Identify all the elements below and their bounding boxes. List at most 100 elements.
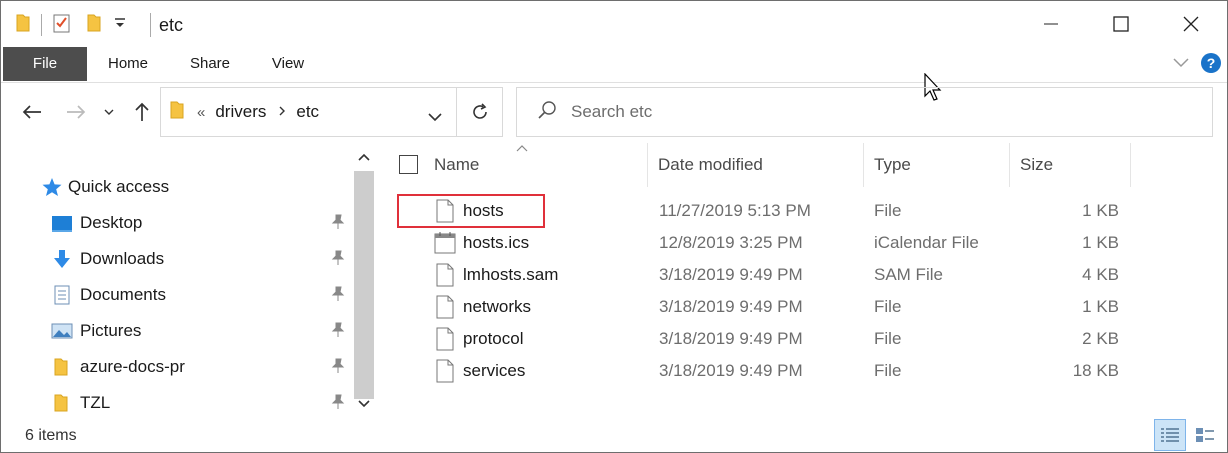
pin-icon[interactable] (331, 394, 345, 410)
file-type: SAM File (874, 265, 943, 284)
nav-item-documents[interactable]: Documents (1, 278, 351, 312)
tab-file[interactable]: File (3, 47, 87, 81)
blank-file-icon (436, 327, 454, 351)
file-date: 3/18/2019 9:49 PM (659, 329, 803, 348)
scroll-up-icon[interactable] (358, 153, 370, 161)
column-header-date-modified[interactable]: Date modified (658, 143, 763, 187)
folder-icon (54, 394, 68, 412)
new-folder-icon[interactable] (86, 13, 102, 38)
pin-icon[interactable] (331, 322, 345, 338)
folder-icon (169, 100, 185, 125)
scroll-down-icon[interactable] (358, 400, 370, 408)
minimize-icon (1044, 23, 1058, 25)
file-date: 3/18/2019 9:49 PM (659, 265, 803, 284)
back-button[interactable] (19, 97, 45, 127)
column-header-type[interactable]: Type (874, 143, 911, 187)
file-name: hosts (463, 201, 504, 220)
pin-icon[interactable] (331, 250, 345, 266)
file-date: 12/8/2019 3:25 PM (659, 233, 803, 252)
toolbar-separator (41, 14, 42, 36)
file-row-lmhosts-sam[interactable]: lmhosts.sam 3/18/2019 9:49 PM SAM File 4… (381, 259, 1227, 291)
file-name: hosts.ics (463, 233, 530, 252)
window-title: etc (159, 15, 184, 35)
pin-icon[interactable] (331, 286, 345, 302)
chevron-down-icon (1173, 58, 1189, 68)
nav-label-pictures: Pictures (80, 321, 142, 340)
file-explorer-window: etc File Home Share View ? « drivers etc… (0, 0, 1228, 453)
search-box[interactable]: Search etc (516, 87, 1213, 137)
column-header-name[interactable]: Name (434, 143, 479, 187)
breadcrumb-chevron-icon[interactable] (278, 102, 286, 122)
column-divider[interactable] (1130, 143, 1131, 187)
recent-locations-button[interactable] (99, 97, 119, 127)
nav-item-azure-docs-pr[interactable]: azure-docs-pr (1, 350, 351, 384)
file-row-protocol[interactable]: protocol 3/18/2019 9:49 PM File 2 KB (381, 323, 1227, 355)
nav-item-tzl[interactable]: TZL (1, 386, 351, 420)
minimize-button[interactable] (1017, 1, 1085, 47)
up-arrow-icon (135, 102, 149, 121)
pictures-icon (51, 323, 73, 339)
properties-icon[interactable] (52, 12, 72, 39)
expand-ribbon-button[interactable] (1173, 53, 1189, 73)
tab-home[interactable]: Home (93, 47, 163, 81)
column-divider[interactable] (1009, 143, 1010, 187)
customize-toolbar-dropdown-icon[interactable] (114, 15, 126, 35)
blank-file-icon (436, 263, 454, 287)
file-name: services (463, 361, 526, 380)
star-icon (42, 178, 62, 196)
folder-icon (15, 13, 31, 38)
up-button[interactable] (129, 97, 155, 127)
status-bar: 6 items (1, 419, 1227, 453)
large-icons-view-button[interactable] (1189, 419, 1221, 451)
navigation-pane: Quick access Desktop Downloads Documents… (1, 143, 379, 418)
forward-button[interactable] (63, 97, 89, 127)
pin-icon[interactable] (331, 214, 345, 230)
file-row-hosts[interactable]: hosts 11/27/2019 5:13 PM File 1 KB (381, 195, 1227, 227)
maximize-button[interactable] (1087, 1, 1155, 47)
details-view-button[interactable] (1154, 419, 1186, 451)
file-row-services[interactable]: services 3/18/2019 9:49 PM File 18 KB (381, 355, 1227, 387)
maximize-icon (1113, 16, 1129, 32)
nav-label-azure-docs-pr: azure-docs-pr (80, 357, 185, 376)
search-input[interactable]: Search etc (571, 102, 652, 122)
close-button[interactable] (1157, 1, 1225, 47)
breadcrumb-overflow[interactable]: « (197, 104, 205, 121)
desktop-icon (52, 216, 72, 232)
nav-label-downloads: Downloads (80, 249, 165, 268)
column-divider[interactable] (647, 143, 648, 187)
close-icon (1183, 16, 1199, 32)
address-dropdown-button[interactable] (428, 107, 442, 127)
nav-item-desktop[interactable]: Desktop (1, 206, 351, 240)
tab-share[interactable]: Share (177, 47, 243, 81)
back-arrow-icon (22, 105, 41, 119)
nav-item-quick-access[interactable]: Quick access (1, 170, 351, 204)
file-name: lmhosts.sam (463, 265, 559, 284)
large-icons-view-icon (1196, 428, 1214, 442)
pin-icon[interactable] (331, 358, 345, 374)
file-date: 11/27/2019 5:13 PM (659, 201, 811, 220)
column-header-size[interactable]: Size (1020, 143, 1053, 187)
address-bar[interactable]: « drivers etc (160, 87, 457, 137)
sort-ascending-icon (516, 145, 528, 152)
file-date: 3/18/2019 9:49 PM (659, 361, 803, 380)
ribbon-controls: ? (1173, 53, 1221, 73)
refresh-button[interactable] (457, 87, 503, 137)
select-all-checkbox[interactable] (399, 155, 418, 174)
breadcrumb-drivers[interactable]: drivers (215, 102, 266, 122)
breadcrumb-etc[interactable]: etc (296, 102, 319, 122)
search-icon (537, 100, 557, 125)
file-row-networks[interactable]: networks 3/18/2019 9:49 PM File 1 KB (381, 291, 1227, 323)
chevron-down-icon (428, 113, 442, 122)
nav-scrollbar[interactable] (352, 143, 376, 418)
nav-item-pictures[interactable]: Pictures (1, 314, 351, 348)
download-arrow-icon (54, 250, 70, 268)
column-divider[interactable] (863, 143, 864, 187)
help-icon[interactable]: ? (1201, 53, 1221, 73)
tab-view[interactable]: View (257, 47, 319, 81)
nav-label-quick-access: Quick access (68, 177, 170, 196)
blank-file-icon (436, 295, 454, 319)
nav-item-downloads[interactable]: Downloads (1, 242, 351, 276)
file-row-hosts-ics[interactable]: hosts.ics 12/8/2019 3:25 PM iCalendar Fi… (381, 227, 1227, 259)
file-size: 18 KB (1072, 361, 1119, 380)
scroll-thumb[interactable] (354, 171, 374, 399)
